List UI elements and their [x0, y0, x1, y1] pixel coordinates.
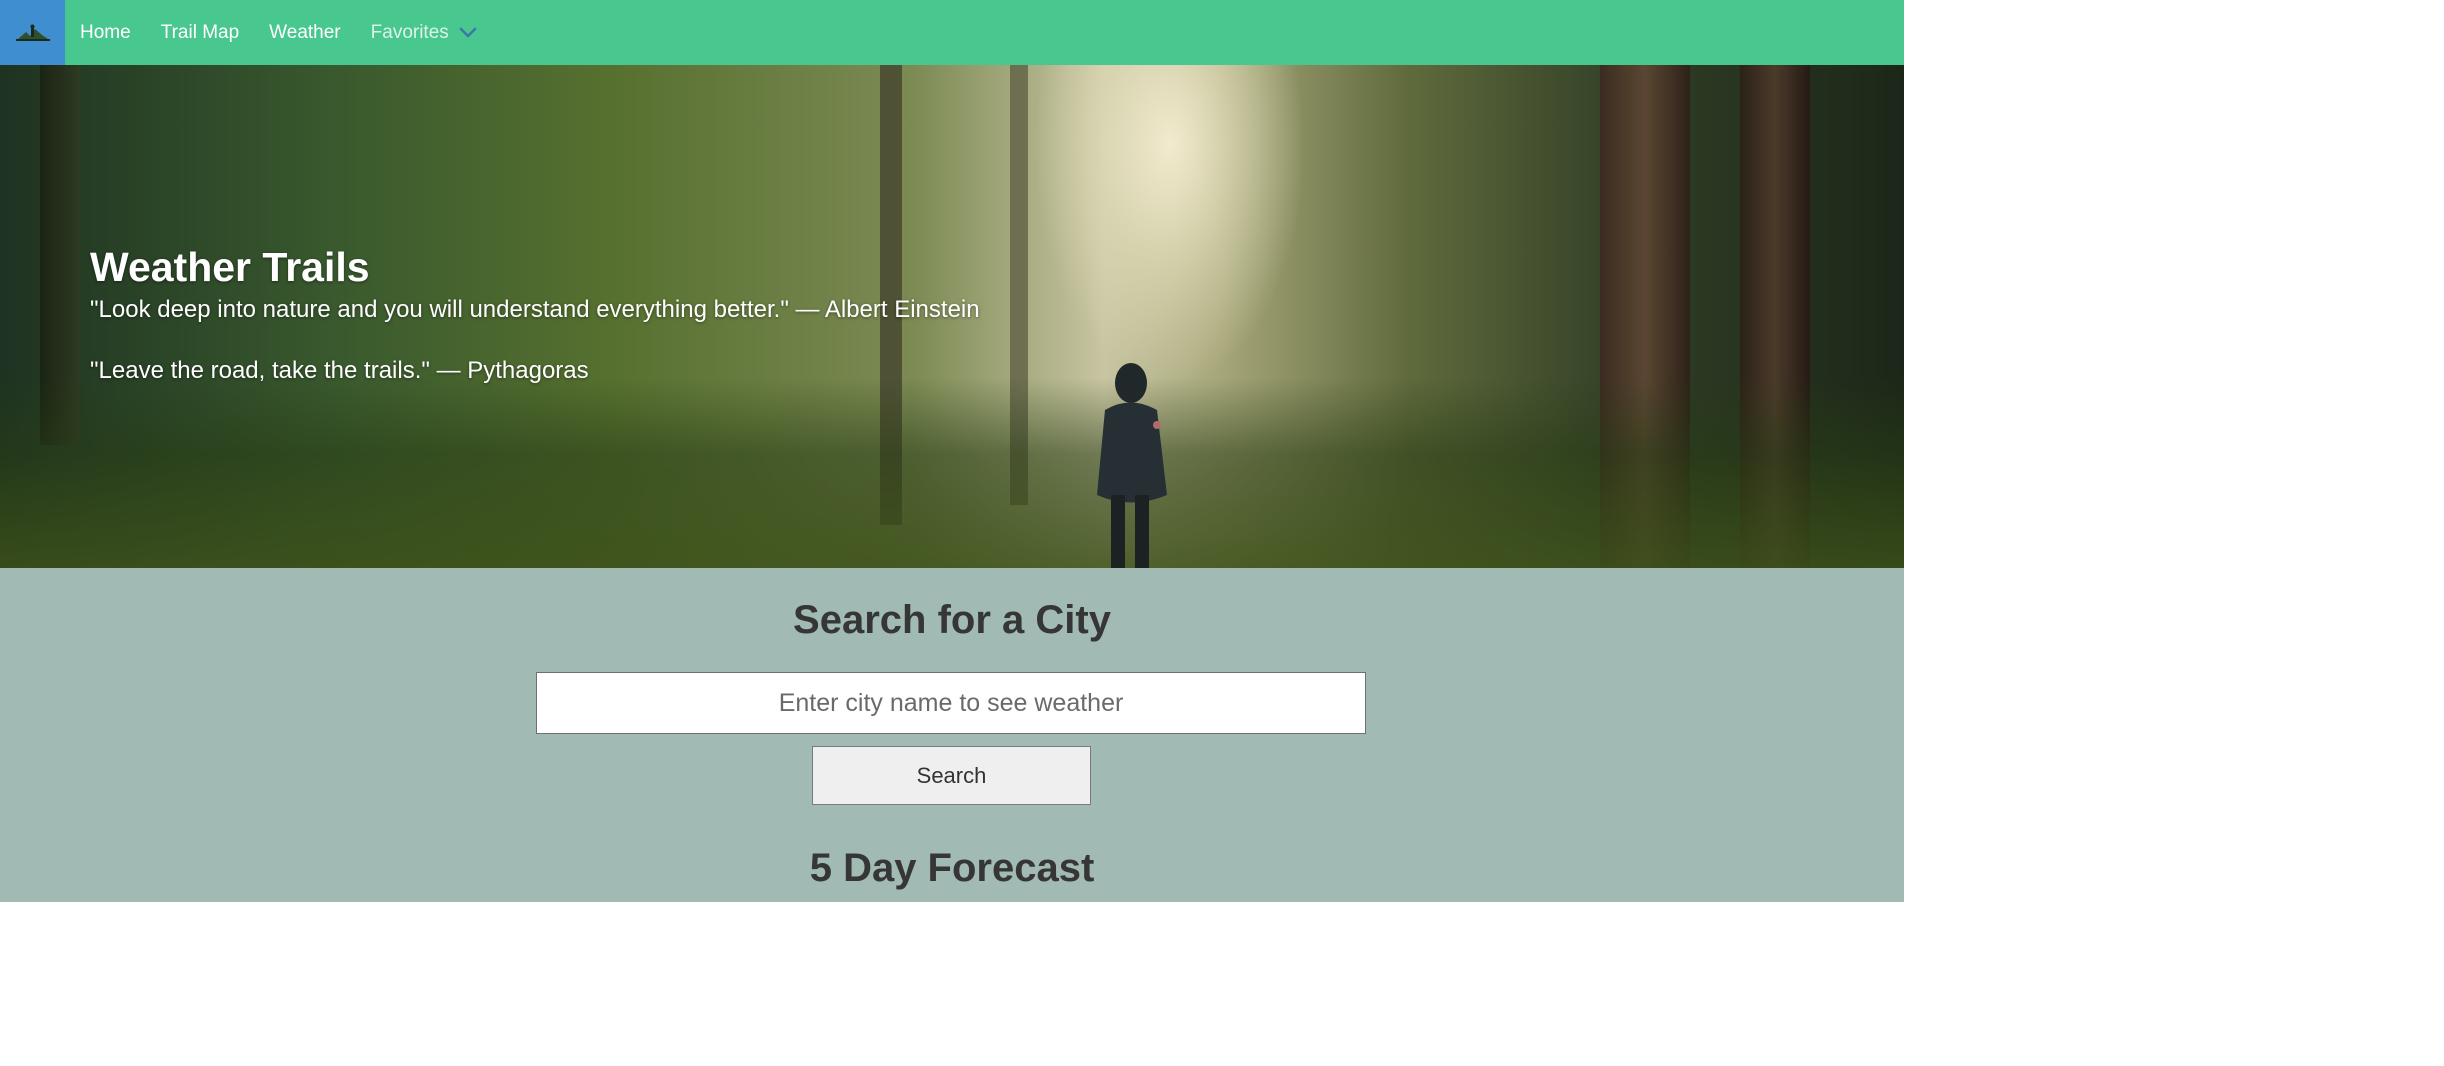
nav-trail-map[interactable]: Trail Map [146, 0, 254, 65]
hero-title: Weather Trails [90, 244, 370, 290]
hero-quote-pythagoras: "Leave the road, take the trails." — Pyt… [90, 357, 589, 385]
forest-floor-decoration [0, 378, 1904, 568]
hiker-logo-icon [15, 24, 50, 41]
brand-logo[interactable] [0, 0, 65, 65]
nav-weather[interactable]: Weather [254, 0, 355, 65]
hero-quote-einstein: "Look deep into nature and you will unde… [90, 296, 980, 324]
app-root: Home Trail Map Weather Favorites Weather… [0, 0, 1904, 902]
nav-favorites-dropdown[interactable]: Favorites [356, 0, 492, 65]
forecast-heading: 5 Day Forecast [809, 846, 1095, 890]
nav-favorites-label: Favorites [370, 21, 449, 43]
search-heading: Search for a City [793, 598, 1111, 642]
chevron-down-icon [459, 27, 477, 39]
navbar: Home Trail Map Weather Favorites [0, 0, 1904, 65]
nav-home[interactable]: Home [65, 0, 146, 65]
hiker-illustration [1097, 363, 1167, 570]
search-button[interactable]: Search [812, 746, 1091, 805]
hero-banner: Weather Trails "Look deep into nature an… [0, 65, 1904, 570]
city-search-section: Search for a City Search 5 Day Forecast [0, 568, 1904, 902]
hero-text: Weather Trails "Look deep into nature an… [90, 244, 980, 386]
city-search-input[interactable] [536, 672, 1366, 734]
